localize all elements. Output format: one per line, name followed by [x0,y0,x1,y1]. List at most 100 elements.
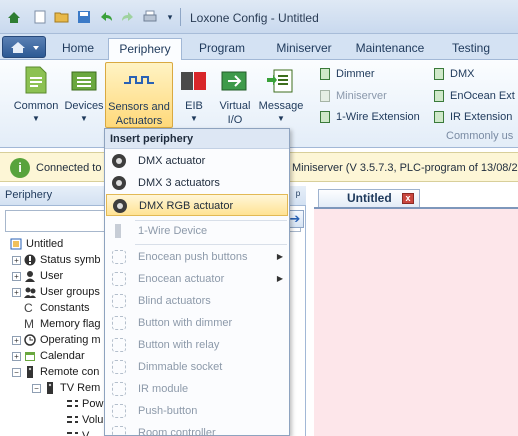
menu-header: Insert periphery [105,129,289,149]
expand-icon[interactable]: + [12,271,21,281]
connection-text-left: Connected to [36,162,102,174]
dmx-label: DMX [450,68,475,80]
user-icon [25,271,35,283]
sensors-label-line1: Sensors and [108,101,170,113]
dimmer-item[interactable]: Dimmer [320,66,375,82]
tab-testing[interactable]: Testing [440,38,502,60]
tree-item-label: User groups [40,286,100,298]
room-controller-icon [112,426,126,436]
menu-item-label: DMX actuator [138,155,206,167]
tree-item-user-groups[interactable]: + User groups [12,284,100,300]
expand-icon[interactable]: + [12,351,21,361]
devices-button[interactable]: Devices ▼ [64,62,104,128]
message-button[interactable]: Message ▼ [256,62,306,128]
tree-item-v[interactable]: V [66,428,89,436]
tab-miniserver[interactable]: Miniserver [264,38,344,60]
tree-item-operating-modes[interactable]: + Operating m [12,332,101,348]
document-canvas[interactable] [314,207,518,436]
remote-control-icon [27,366,33,379]
menu-item-push-button[interactable]: Push-button [105,400,289,422]
print-icon[interactable] [142,9,158,25]
document-icon [25,66,47,94]
menu-item-dmx-3-actuators[interactable]: DMX 3 actuators [105,172,289,194]
dmx-plug-icon [112,154,126,168]
app-icon[interactable] [6,9,22,25]
menu-item-label: Button with relay [138,339,220,351]
tree-item-memory-flags[interactable]: M Memory flag [24,316,101,332]
menu-item-enocean-actuator[interactable]: Enocean actuator ▶ [105,268,289,290]
enocean-extension-item[interactable]: EnOcean Ext [434,88,515,104]
menu-item-enocean-push-buttons[interactable]: Enocean push buttons ▶ [105,246,289,268]
project-icon [10,238,22,250]
collapse-icon[interactable]: − [12,367,21,377]
collapse-icon[interactable]: − [32,383,41,393]
close-tab-icon[interactable]: x [402,193,414,204]
menu-item-label: Enocean actuator [138,273,225,285]
tab-program[interactable]: Program [190,38,254,60]
menu-item-label: DMX RGB actuator [139,200,234,212]
tree-item-calendar[interactable]: + Calendar [12,348,85,364]
button-command-icon [67,400,78,408]
tab-periphery[interactable]: Periphery [108,38,182,61]
button-command-icon [67,432,78,435]
tree-item-remote-controls[interactable]: − Remote con [12,364,99,380]
enocean-icon [112,272,126,286]
message-list-icon [267,69,293,93]
dmx-item[interactable]: DMX [434,66,474,82]
undo-icon[interactable] [98,9,114,25]
application-menu-button[interactable] [2,36,46,58]
menu-item-dmx-actuator[interactable]: DMX actuator [105,150,289,172]
expand-icon[interactable]: + [12,255,21,265]
menu-item-room-controller[interactable]: Room controller [105,422,289,436]
devices-label: Devices [64,100,104,112]
document-tab-untitled[interactable]: Untitled x [318,189,420,207]
expand-icon[interactable]: + [12,287,21,297]
menu-item-ir-module[interactable]: IR module [105,378,289,400]
tree-item-constants[interactable]: C Constants [24,300,90,316]
pin-icon[interactable]: ᵖ [290,186,306,206]
tree-item-untitled[interactable]: Untitled [10,236,63,252]
remote-control-icon [47,382,53,395]
ir-extension-item[interactable]: IR Extension [434,109,512,125]
tree-item-tv-remote[interactable]: − TV Rem [32,380,100,396]
expand-icon[interactable]: + [12,335,21,345]
menu-item-button-with-relay[interactable]: Button with relay [105,334,289,356]
dimmer-icon [320,68,330,81]
eib-label: EIB [185,100,203,112]
tree-item-label: Remote con [40,366,100,378]
enocean-icon [112,250,126,264]
tab-home[interactable]: Home [52,38,104,60]
redo-icon[interactable] [120,9,136,25]
tree-item-user[interactable]: + User [12,268,63,284]
tree-item-status-symbols[interactable]: + Status symb [12,252,101,268]
tab-maintenance[interactable]: Maintenance [350,38,430,60]
menu-separator [135,244,287,245]
open-folder-icon[interactable] [54,9,70,25]
save-icon[interactable] [76,9,92,25]
ir-extension-icon [434,111,444,124]
menu-item-label: Dimmable socket [138,361,223,373]
quick-access-dropdown-icon[interactable]: ▾ [162,9,178,25]
document-area: Untitled x [310,186,518,436]
tree-item-power[interactable]: Pow [66,396,103,412]
virtual-label: Virtual I/O [214,100,256,127]
tree-item-label: Constants [40,302,90,314]
one-wire-extension-label: 1-Wire Extension [336,111,420,123]
menu-item-1-wire-device[interactable]: 1-Wire Device [105,220,289,242]
document-tab-label: Untitled [347,191,392,205]
one-wire-extension-item[interactable]: 1-Wire Extension [320,109,420,125]
title-separator [180,8,181,26]
sensors-and-actuators-button[interactable]: Sensors and Actuators [105,62,173,128]
enocean-extension-icon [434,90,444,103]
virtual-io-button[interactable]: Virtual I/O [214,62,256,128]
menu-item-button-with-dimmer[interactable]: Button with dimmer [105,312,289,334]
menu-item-blind-actuators[interactable]: Blind actuators [105,290,289,312]
tree-item-volume[interactable]: Volu [66,412,103,428]
miniserver-item[interactable]: Miniserver [320,88,387,104]
chevron-down-icon: ▼ [80,114,88,123]
menu-item-dmx-rgb-actuator[interactable]: DMX RGB actuator [106,194,288,216]
new-file-icon[interactable] [32,9,48,25]
common-button[interactable]: Common ▼ [10,62,62,128]
menu-item-dimmable-socket[interactable]: Dimmable socket [105,356,289,378]
eib-button[interactable]: EIB ▼ [176,62,212,128]
